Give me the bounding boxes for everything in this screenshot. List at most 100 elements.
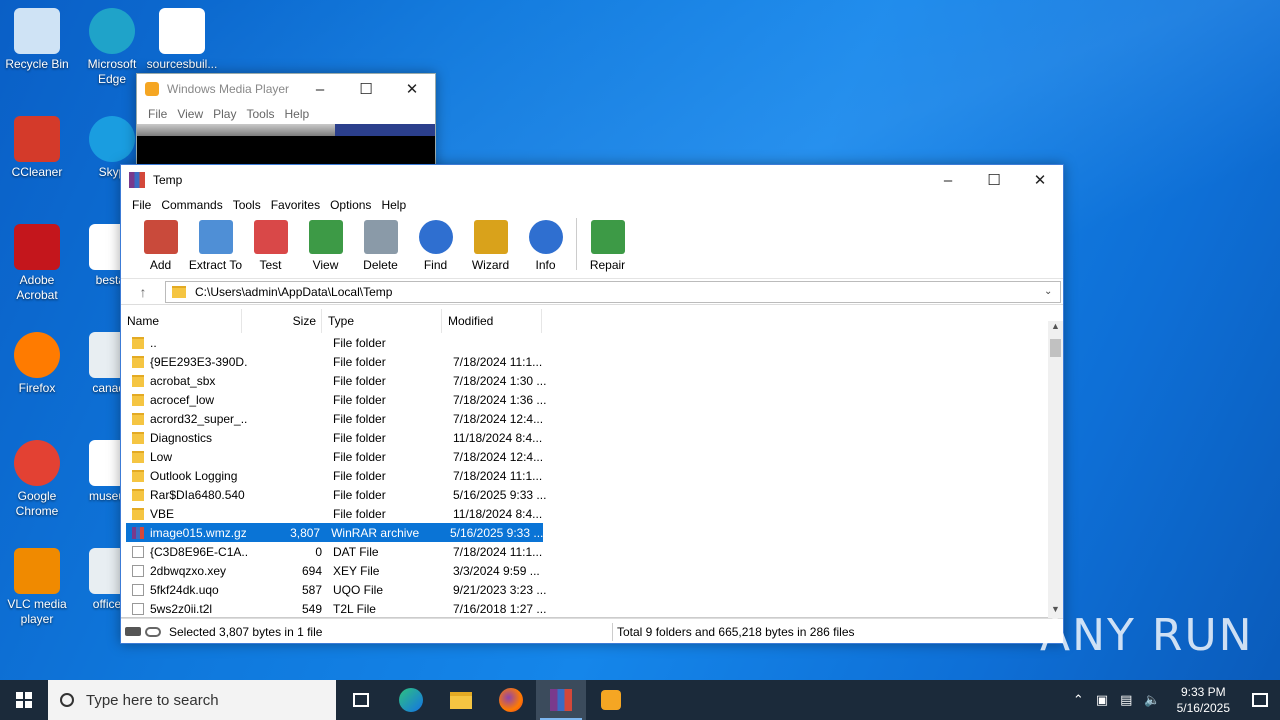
column-size[interactable]: Size	[242, 309, 322, 333]
menu-item[interactable]: Commands	[156, 198, 227, 212]
wmp-maximize-button[interactable]: ☐	[343, 74, 389, 104]
wmp-titlebar[interactable]: Windows Media Player – ☐ ✕	[137, 74, 435, 104]
up-folder-button[interactable]: ↑	[121, 284, 165, 300]
network-icon[interactable]: ▤	[1114, 692, 1138, 708]
table-row[interactable]: 5fkf24dk.uqo 587 UQO File 9/21/2023 3:23 ..…	[126, 580, 1049, 599]
task-view-button[interactable]	[336, 680, 386, 720]
wmp-close-button[interactable]: ✕	[389, 74, 435, 104]
winrar-maximize-button[interactable]: ☐	[971, 165, 1017, 195]
file-list[interactable]: Name Size Type Modified .. File folder {9E…	[121, 305, 1063, 618]
menu-item[interactable]: Tools	[241, 107, 279, 121]
desktop-icon[interactable]: Firefox	[0, 332, 74, 396]
wmp-minimize-button[interactable]: –	[297, 74, 343, 104]
toolbar-test-button[interactable]: Test	[243, 220, 298, 272]
cell-type: DAT File	[333, 544, 379, 559]
scroll-thumb[interactable]	[1050, 339, 1061, 357]
table-row[interactable]: {9EE293E3-390D... File folder 7/18/2024 11…	[126, 352, 1049, 371]
taskbar-explorer[interactable]	[436, 680, 486, 720]
cell-size: 587	[301, 582, 322, 597]
table-row[interactable]: {C3D8E96E-C1A... 0 DAT File 7/18/2024 11:1.…	[126, 542, 1049, 561]
table-row[interactable]: image015.wmz.gz 3,807 WinRAR archive 5/16/2…	[126, 523, 543, 542]
table-row[interactable]: 2dbwqzxo.xey 694 XEY File 3/3/2024 9:59 ...	[126, 561, 1049, 580]
drive-icon[interactable]	[125, 627, 141, 636]
cell-type: File folder	[333, 449, 386, 464]
winrar-close-button[interactable]: ✕	[1017, 165, 1063, 195]
taskbar-wmp[interactable]	[586, 680, 636, 720]
table-row[interactable]: Low File folder 7/18/2024 12:4...	[126, 447, 1049, 466]
address-bar[interactable]: C:\Users\admin\AppData\Local\Temp ⌄	[165, 280, 1061, 303]
toolbar-info-button[interactable]: Info	[518, 220, 573, 272]
toolbar-find-button[interactable]: Find	[408, 220, 463, 272]
word-doc-icon	[159, 8, 205, 54]
cell-size: 694	[301, 563, 322, 578]
cell-size: 549	[301, 601, 322, 616]
column-modified[interactable]: Modified	[442, 309, 542, 333]
rar-archive-icon	[132, 526, 144, 539]
cell-name: Outlook Logging	[126, 469, 247, 483]
toolbar-wizard-button[interactable]: Wizard	[463, 220, 518, 272]
taskbar-firefox[interactable]	[486, 680, 536, 720]
vertical-scrollbar[interactable]: ▲ ▼	[1048, 321, 1063, 618]
table-row[interactable]: VBE File folder 11/18/2024 8:4...	[126, 504, 1049, 523]
taskbar-winrar[interactable]	[536, 680, 586, 720]
menu-item[interactable]: Tools	[228, 198, 266, 212]
desktop-icon[interactable]: Google Chrome	[0, 440, 74, 519]
cell-name-text: image015.wmz.gz	[150, 525, 246, 540]
desktop-icon[interactable]: Recycle Bin	[0, 8, 74, 72]
column-name[interactable]: Name	[121, 309, 242, 333]
desktop-icon[interactable]: VLC media player	[0, 548, 74, 627]
table-row[interactable]: acrocef_low File folder 7/18/2024 1:36 ...	[126, 390, 1049, 409]
taskbar-search[interactable]: Type here to search	[48, 680, 336, 720]
desktop-icon[interactable]: CCleaner	[0, 116, 74, 180]
menu-item[interactable]: Play	[208, 107, 241, 121]
device-icon[interactable]: ▣	[1090, 692, 1114, 708]
scroll-up-icon[interactable]: ▲	[1048, 321, 1063, 335]
winrar-titlebar[interactable]: Temp – ☐ ✕	[121, 165, 1063, 195]
desktop-icon[interactable]: Adobe Acrobat	[0, 224, 74, 303]
cell-modified: 7/18/2024 12:4...	[453, 411, 544, 426]
toolbar-view-button[interactable]: View	[298, 220, 353, 272]
table-row[interactable]: Rar$DIa6480.540 File folder 5/16/2025 9:33…	[126, 485, 1049, 504]
menu-item[interactable]: Help	[376, 198, 411, 212]
menu-item[interactable]: File	[143, 107, 172, 121]
menu-item[interactable]: View	[172, 107, 208, 121]
volume-icon[interactable]: 🔈	[1138, 692, 1166, 708]
table-row[interactable]: acrord32_super_... File folder 7/18/2024 1…	[126, 409, 1049, 428]
key-icon[interactable]	[145, 626, 161, 637]
taskbar-edge[interactable]	[386, 680, 436, 720]
toolbar-repair-button[interactable]: Repair	[580, 220, 635, 272]
table-row[interactable]: .. File folder	[126, 333, 1049, 352]
toolbar-extract-to-button[interactable]: Extract To	[188, 220, 243, 272]
address-path: C:\Users\admin\AppData\Local\Temp	[195, 284, 393, 299]
notification-icon[interactable]	[1240, 680, 1280, 720]
toolbar-delete-button[interactable]: Delete	[353, 220, 408, 272]
clock[interactable]: 9:33 PM 5/16/2025	[1167, 684, 1240, 716]
cell-name-text: 5ws2z0ii.t2l	[150, 601, 213, 616]
cell-modified: 7/18/2024 12:4...	[453, 449, 544, 464]
firefox-icon	[499, 688, 523, 712]
toolbar-label: Wizard	[471, 258, 510, 272]
menu-item[interactable]: File	[127, 198, 156, 212]
folder-icon	[132, 393, 144, 406]
menu-item[interactable]: Help	[280, 107, 315, 121]
table-row[interactable]: Diagnostics File folder 11/18/2024 8:4...	[126, 428, 1049, 447]
file-icon	[132, 564, 144, 577]
menu-item[interactable]: Favorites	[266, 198, 325, 212]
cell-modified: 7/18/2024 11:1...	[453, 544, 543, 559]
desktop-icon-label: Recycle Bin	[5, 57, 69, 71]
menu-item[interactable]: Options	[325, 198, 376, 212]
toolbar-add-button[interactable]: Add	[133, 220, 188, 272]
table-row[interactable]: acrobat_sbx File folder 7/18/2024 1:30 ...	[126, 371, 1049, 390]
winrar-app-icon	[129, 172, 145, 188]
start-button[interactable]	[0, 680, 48, 720]
winrar-window[interactable]: Temp – ☐ ✕ File Commands Tools Favorites Opt…	[120, 164, 1064, 644]
column-type[interactable]: Type	[322, 309, 442, 333]
cell-name-text: acrord32_super_...	[150, 411, 247, 426]
winrar-minimize-button[interactable]: –	[925, 165, 971, 195]
chevron-up-icon[interactable]: ⌃	[1067, 692, 1090, 708]
table-row[interactable]: 5ws2z0ii.t2l 549 T2L File 7/16/2018 1:27 ..…	[126, 599, 1049, 618]
table-row[interactable]: Outlook Logging File folder 7/18/2024 11:1…	[126, 466, 1049, 485]
media-player-icon	[601, 690, 621, 710]
desktop-icon[interactable]: sourcesbuil...	[145, 8, 219, 72]
chevron-down-icon[interactable]: ⌄	[1044, 286, 1060, 297]
